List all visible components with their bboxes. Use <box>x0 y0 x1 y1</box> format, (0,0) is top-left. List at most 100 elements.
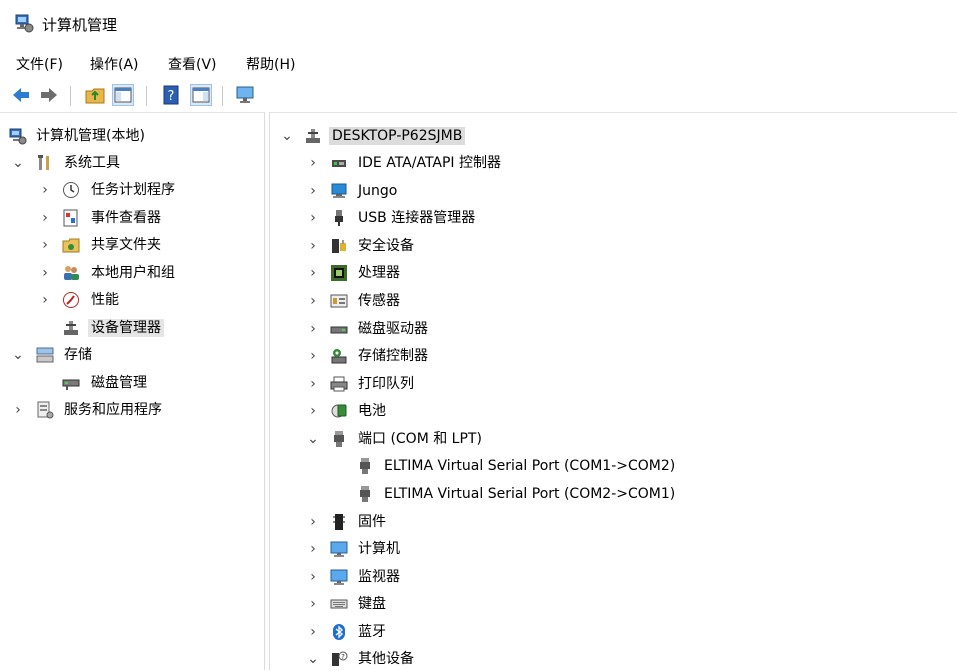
event-viewer-icon <box>62 209 80 227</box>
chevron-right-icon[interactable]: › <box>38 236 52 254</box>
up-folder-button[interactable] <box>84 84 106 106</box>
tree-node-performance[interactable]: › 性能 <box>0 288 263 312</box>
device-category-storage-controllers[interactable]: › 存储控制器 <box>272 344 957 368</box>
chevron-right-icon[interactable]: › <box>38 209 52 227</box>
chevron-right-icon[interactable]: › <box>306 292 320 310</box>
help-icon: ? <box>163 85 179 105</box>
chevron-right-icon[interactable]: › <box>306 375 320 393</box>
chevron-right-icon[interactable]: › <box>306 347 320 365</box>
action-pane-button[interactable] <box>190 84 212 106</box>
chevron-right-icon[interactable]: › <box>306 182 320 200</box>
tree-node-disk-management[interactable]: 磁盘管理 <box>0 371 263 395</box>
device-category-disk-drives[interactable]: › 磁盘驱动器 <box>272 317 957 341</box>
chevron-right-icon[interactable]: › <box>306 237 320 255</box>
tree-node-label: 设备管理器 <box>88 319 164 337</box>
device-category-firmware[interactable]: › 固件 <box>272 510 957 534</box>
chevron-right-icon[interactable]: › <box>11 401 25 419</box>
device-category-processor[interactable]: › 处理器 <box>272 261 957 285</box>
chevron-down-icon[interactable]: ⌄ <box>280 127 294 145</box>
device-category-bluetooth[interactable]: › 蓝牙 <box>272 620 957 644</box>
device-port-com2[interactable]: ELTIMA Virtual Serial Port (COM2->COM1) <box>272 482 957 506</box>
tree-node-task-scheduler[interactable]: › 任务计划程序 <box>0 178 263 202</box>
menu-view[interactable]: 查看(V) <box>164 52 221 76</box>
usb-icon <box>330 209 348 227</box>
disk-management-icon <box>62 374 80 392</box>
menu-action[interactable]: 操作(A) <box>86 52 143 76</box>
device-root-node[interactable]: ⌄ DESKTOP-P62SJMB <box>272 124 957 148</box>
chevron-right-icon[interactable]: › <box>38 264 52 282</box>
back-button[interactable] <box>10 84 32 106</box>
toolbar-separator <box>146 86 147 106</box>
help-button[interactable]: ? <box>160 84 182 106</box>
storage-controller-icon <box>330 347 348 365</box>
device-node-label: 磁盘驱动器 <box>358 321 428 337</box>
tree-node-computer-management[interactable]: 计算机管理(本地) <box>0 124 263 148</box>
device-category-print-queues[interactable]: › 打印队列 <box>272 372 957 396</box>
device-category-security[interactable]: › 安全设备 <box>272 234 957 258</box>
chevron-right-icon[interactable]: › <box>306 568 320 586</box>
device-category-usb-connector[interactable]: › USB 连接器管理器 <box>272 206 957 230</box>
device-category-sensor[interactable]: › 传感器 <box>272 289 957 313</box>
device-node-label: 电池 <box>358 403 386 419</box>
tree-node-label: 事件查看器 <box>91 210 161 226</box>
tree-node-label: 系统工具 <box>64 155 120 171</box>
chevron-right-icon[interactable]: › <box>306 623 320 641</box>
menu-help[interactable]: 帮助(H) <box>242 52 299 76</box>
device-node-label: 安全设备 <box>358 238 414 254</box>
chevron-right-icon[interactable]: › <box>38 291 52 309</box>
device-node-label: ELTIMA Virtual Serial Port (COM2->COM1) <box>384 486 676 502</box>
chevron-right-icon[interactable]: › <box>306 513 320 531</box>
device-node-label: 蓝牙 <box>358 624 386 640</box>
device-node-label: IDE ATA/ATAPI 控制器 <box>358 155 502 171</box>
chevron-down-icon[interactable]: ⌄ <box>11 154 25 172</box>
device-category-other-devices[interactable]: ⌄ ? 其他设备 <box>272 647 957 671</box>
chevron-right-icon[interactable]: › <box>306 154 320 172</box>
device-category-jungo[interactable]: › Jungo <box>272 179 957 203</box>
device-category-ide[interactable]: › IDE ATA/ATAPI 控制器 <box>272 151 957 175</box>
forward-button[interactable] <box>38 84 60 106</box>
console-tree: 计算机管理(本地) ⌄ 系统工具 › 任务计划程序 › 事件查看器 › 共享文件… <box>0 120 263 670</box>
chevron-down-icon[interactable]: ⌄ <box>306 430 320 448</box>
printer-icon <box>330 375 348 393</box>
storage-icon <box>36 346 54 364</box>
menu-file[interactable]: 文件(F) <box>12 52 67 76</box>
device-port-com1[interactable]: ELTIMA Virtual Serial Port (COM1->COM2) <box>272 454 957 478</box>
tree-node-services-applications[interactable]: › 服务和应用程序 <box>0 398 263 422</box>
chevron-right-icon[interactable]: › <box>306 595 320 613</box>
device-node-label: 处理器 <box>358 265 400 281</box>
tree-node-event-viewer[interactable]: › 事件查看器 <box>0 206 263 230</box>
tree-node-label: 计算机管理(本地) <box>36 128 145 144</box>
device-node-label: USB 连接器管理器 <box>358 210 476 226</box>
chevron-right-icon[interactable]: › <box>38 181 52 199</box>
tree-node-storage[interactable]: ⌄ 存储 <box>0 343 263 367</box>
tree-node-system-tools[interactable]: ⌄ 系统工具 <box>0 151 263 175</box>
chevron-right-icon[interactable]: › <box>306 209 320 227</box>
tree-node-shared-folders[interactable]: › 共享文件夹 <box>0 233 263 257</box>
disk-drive-icon <box>330 320 348 338</box>
console-tree-icon <box>114 87 132 103</box>
ide-controller-icon <box>330 154 348 172</box>
chevron-right-icon[interactable]: › <box>306 540 320 558</box>
device-category-monitors[interactable]: › 监视器 <box>272 565 957 589</box>
chevron-right-icon[interactable]: › <box>306 264 320 282</box>
computer-manage-icon <box>9 127 27 145</box>
chevron-down-icon[interactable]: ⌄ <box>11 346 25 364</box>
tree-node-device-manager[interactable]: 设备管理器 <box>0 316 263 340</box>
device-tree: ⌄ DESKTOP-P62SJMB › IDE ATA/ATAPI 控制器 › … <box>272 120 957 670</box>
device-category-ports[interactable]: ⌄ 端口 (COM 和 LPT) <box>272 427 957 451</box>
device-category-batteries[interactable]: › 电池 <box>272 399 957 423</box>
security-device-icon <box>330 237 348 255</box>
show-hide-tree-button[interactable] <box>112 84 134 106</box>
pane-splitter[interactable] <box>264 112 270 670</box>
computer-manage-icon <box>14 13 34 33</box>
chevron-down-icon[interactable]: ⌄ <box>306 650 320 668</box>
firmware-icon <box>330 513 348 531</box>
chevron-right-icon[interactable]: › <box>306 320 320 338</box>
processor-icon <box>330 264 348 282</box>
monitor-button[interactable] <box>234 84 256 106</box>
tree-node-local-users-groups[interactable]: › 本地用户和组 <box>0 261 263 285</box>
device-category-keyboards[interactable]: › 键盘 <box>272 592 957 616</box>
chevron-right-icon[interactable]: › <box>306 402 320 420</box>
shared-folder-icon <box>62 236 80 254</box>
device-category-computer[interactable]: › 计算机 <box>272 537 957 561</box>
